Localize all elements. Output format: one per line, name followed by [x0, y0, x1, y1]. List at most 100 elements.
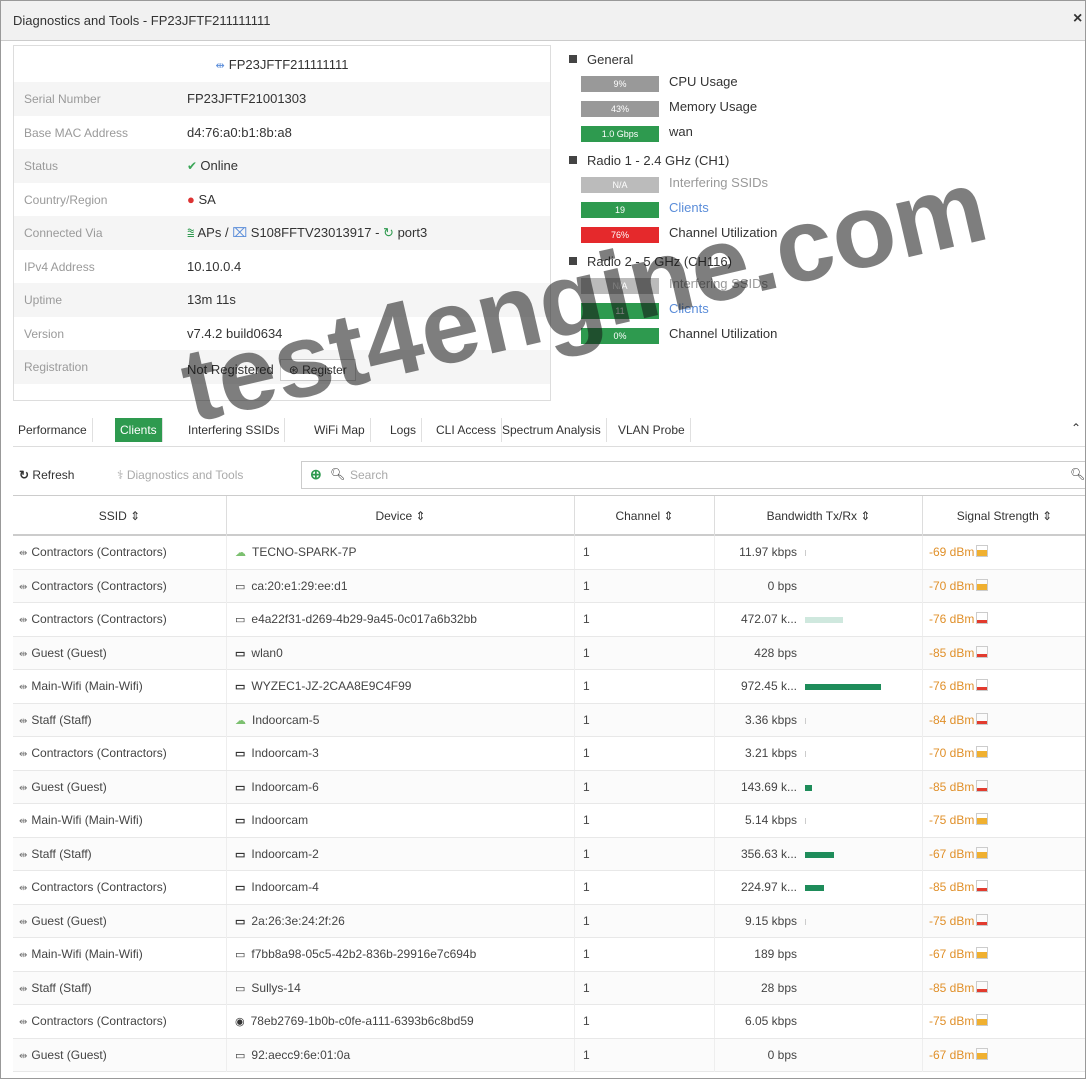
cell-signal: -85 dBm — [923, 771, 1085, 804]
value-text: FP23JFTF21001303 — [187, 91, 307, 106]
signal-strength-icon — [976, 679, 989, 691]
cell-channel: 1 — [575, 971, 715, 1005]
metric-row: 19 Clients — [561, 197, 1085, 222]
cell-bandwidth: 11.97 kbps — [715, 536, 923, 569]
cell-bandwidth: 0 bps — [715, 1038, 923, 1072]
value-text: 13m 11s — [187, 292, 236, 307]
bandwidth-text: 28 bps — [760, 980, 797, 995]
table-row[interactable]: ⇹ Contractors (Contractors) ▭ e4a22f31-d269… — [13, 603, 1085, 637]
cell-ssid: ⇹ Staff (Staff) — [13, 971, 227, 1005]
radio2-section-title: Radio 2 - 5 GHz (CH116) — [561, 247, 1085, 273]
metric-label[interactable]: Clients — [669, 301, 709, 316]
cell-device: ▭ f7bb8a98-05c5-42b2-836b-29916e7c694b — [227, 938, 575, 971]
metric-badge: 9% — [581, 76, 659, 92]
tab-vlan-probe[interactable]: VLAN Probe — [613, 418, 691, 442]
add-filter-icon[interactable]: ⊕ — [310, 466, 322, 483]
cell-device: ▭ Indoorcam-6 — [227, 770, 575, 804]
metric-badge: N/A — [581, 278, 659, 294]
bandwidth-text: 972.45 k... — [740, 679, 797, 693]
col-channel[interactable]: Channel ⇕ — [575, 496, 715, 536]
table-row[interactable]: ⇹ Guest (Guest) ▭ wlan0 1 428 bps -85 dBm — [13, 636, 1085, 670]
window-titlebar: Diagnostics and Tools - FP23JFTF21111111… — [1, 1, 1085, 41]
metric-badge: 11 — [581, 303, 659, 319]
table-row[interactable]: ⇹ Guest (Guest) ▭ 92:aecc9:6e:01:0a 1 0 bps -6… — [13, 1038, 1085, 1072]
table-row[interactable]: ⇹ Staff (Staff) ☁ Indoorcam-5 1 3.36 kbps -84 … — [13, 703, 1085, 737]
cell-signal: -85 dBm — [923, 871, 1085, 904]
ssid-icon: ⇹ — [19, 916, 28, 928]
table-row[interactable]: ⇹ Main-Wifi (Main-Wifi) ▭ WYZEC1-JZ-2CAA8E9… — [13, 670, 1085, 704]
table-row[interactable]: ⇹ Contractors (Contractors) ▭ Indoorcam-3 1 3… — [13, 737, 1085, 771]
cell-channel: 1 — [575, 603, 715, 636]
tab-wifi-map[interactable]: WiFi Map — [309, 418, 371, 442]
signal-text: -67 dBm — [929, 947, 975, 961]
tab-clients[interactable]: Clients — [115, 418, 163, 442]
signal-text: -75 dBm — [929, 813, 975, 827]
search-submit-icon[interactable]: 🔍︎ — [1070, 467, 1085, 481]
close-icon[interactable]: × — [1073, 10, 1082, 28]
cell-ssid: ⇹ Main-Wifi (Main-Wifi) — [13, 670, 227, 703]
tab-performance[interactable]: Performance — [13, 418, 93, 442]
info-row: Connected Via ⩰ APs / ⌧ S108FFTV23013917 … — [14, 216, 550, 250]
cell-signal: -67 dBm — [923, 1039, 1085, 1072]
table-row[interactable]: ⇹ Main-Wifi (Main-Wifi) ▭ f7bb8a98-05c5-42b… — [13, 938, 1085, 972]
search-input[interactable]: Search — [350, 468, 388, 482]
cell-ssid: ⇹ Contractors (Contractors) — [13, 737, 227, 770]
metric-badge: 43% — [581, 101, 659, 117]
col-device[interactable]: Device ⇕ — [227, 496, 575, 536]
metric-row: 43% Memory Usage — [561, 96, 1085, 121]
cell-device: ▭ WYZEC1-JZ-2CAA8E9C4F99 — [227, 670, 575, 703]
table-row[interactable]: ⇹ Staff (Staff) ▭ Sullys-14 1 28 bps -85 dBm — [13, 971, 1085, 1005]
value-text: Not Registered — [187, 362, 274, 377]
bandwidth-text: 9.15 kbps — [744, 913, 797, 928]
bandwidth-bar — [805, 717, 806, 724]
cell-ssid: ⇹ Contractors (Contractors) — [13, 1005, 227, 1038]
metric-row: 9% CPU Usage — [561, 71, 1085, 96]
metric-label[interactable]: Clients — [669, 200, 709, 215]
cell-channel: 1 — [575, 871, 715, 904]
bandwidth-text: 472.07 k... — [740, 612, 797, 626]
monitor-icon: ▭ — [235, 681, 246, 693]
ssid-icon: ⇹ — [19, 883, 28, 894]
table-row[interactable]: ⇹ Contractors (Contractors) ▭ Indoorcam-4 1 2… — [13, 871, 1085, 905]
col-signal[interactable]: Signal Strength ⇕ — [923, 496, 1085, 536]
collapse-icon[interactable]: ⌃ — [1071, 421, 1081, 435]
cell-channel: 1 — [575, 737, 715, 770]
apple-icon: ▭ — [235, 580, 246, 593]
radio1-section-title: Radio 1 - 2.4 GHz (CH1) — [561, 146, 1085, 172]
bandwidth-text: 143.69 k... — [740, 779, 797, 794]
metric-label: Interfering SSIDs — [669, 175, 768, 190]
table-row[interactable]: ⇹ Guest (Guest) ▭ Indoorcam-6 1 143.69 k... -8… — [13, 770, 1085, 804]
table-row[interactable]: ⇹ Contractors (Contractors) ▭ ca:20:e1:29:e… — [13, 569, 1085, 603]
cell-bandwidth: 143.69 k... — [715, 770, 923, 804]
device-header: ⇹ FP23JFTF211111111 — [14, 46, 550, 82]
bandwidth-text: 6.05 kbps — [744, 1014, 797, 1028]
register-button[interactable]: ⊛ Register — [279, 359, 356, 381]
table-row[interactable]: ⇹ Guest (Guest) ▭ 2a:26:3e:24:2f:26 1 9.15 kb… — [13, 904, 1085, 938]
ssid-icon: ⇹ — [19, 581, 28, 593]
table-row[interactable]: ⇹ Contractors (Contractors) ◉ 78eb2769-1b0b… — [13, 1005, 1085, 1039]
table-row[interactable]: ⇹ Staff (Staff) ▭ Indoorcam-2 1 356.63 k... -6… — [13, 837, 1085, 871]
separator: / — [221, 225, 233, 240]
cell-channel: 1 — [575, 837, 715, 871]
connected-aps: APs — [197, 225, 222, 240]
cell-ssid: ⇹ Staff (Staff) — [13, 703, 227, 737]
col-bandwidth[interactable]: Bandwidth Tx/Rx ⇕ — [715, 496, 923, 536]
col-ssid[interactable]: SSID ⇕ — [13, 496, 227, 536]
diagnostics-button[interactable]: ⚕ Diagnostics and Tools — [117, 463, 243, 487]
search-box[interactable]: ⊕ 🔍︎ Search 🔍︎ — [301, 461, 1085, 489]
table-row[interactable]: ⇹ Main-Wifi (Main-Wifi) ▭ Indoorcam 1 5.14 kb… — [13, 804, 1085, 838]
bandwidth-text: 0 bps — [767, 1047, 797, 1062]
table-row[interactable]: ⇹ Contractors (Contractors) ☁ TECNO-SPARK-7… — [13, 536, 1085, 570]
tab-logs[interactable]: Logs — [385, 418, 423, 442]
tab-interfering-ssids[interactable]: Interfering SSIDs — [183, 418, 286, 442]
refresh-button[interactable]: ↻ Refresh — [19, 463, 74, 487]
tab-cli-access[interactable]: CLI Access — [431, 418, 503, 442]
info-label: Serial Number — [24, 92, 101, 106]
metric-label: wan — [669, 124, 693, 139]
cell-bandwidth: 6.05 kbps — [715, 1005, 923, 1038]
cell-channel: 1 — [575, 904, 715, 938]
signal-text: -85 dBm — [929, 645, 975, 660]
section-icon — [569, 156, 577, 164]
signal-strength-icon — [976, 779, 989, 792]
tab-spectrum-analysis[interactable]: Spectrum Analysis — [497, 418, 607, 442]
